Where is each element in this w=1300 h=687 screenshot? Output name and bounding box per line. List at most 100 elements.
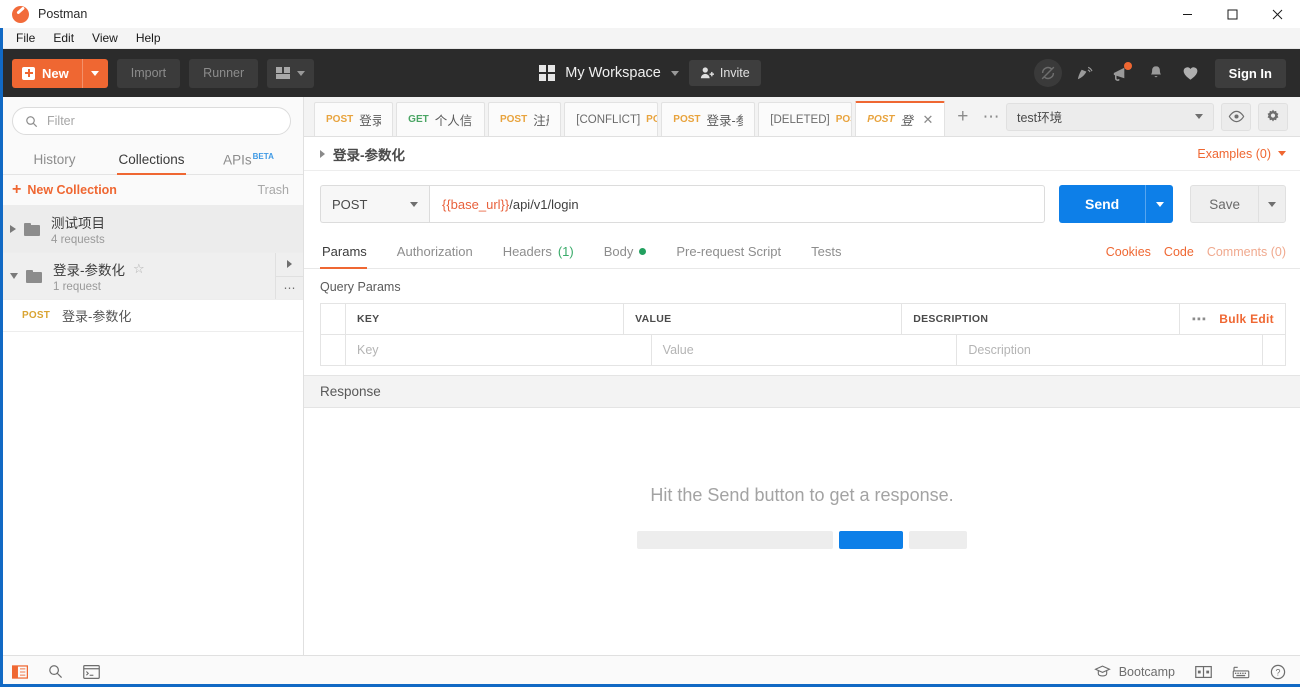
select-all-checkbox-cell[interactable] bbox=[321, 304, 346, 334]
examples-label: Examples (0) bbox=[1197, 146, 1271, 161]
sidebar-toggle-icon[interactable] bbox=[12, 664, 28, 679]
request-tab-4[interactable]: POST 登录-参数 bbox=[661, 102, 756, 136]
star-outline-icon[interactable]: ☆ bbox=[133, 261, 145, 277]
plus-icon: + bbox=[12, 181, 22, 198]
chevron-down-icon[interactable] bbox=[10, 273, 18, 279]
new-collection-button[interactable]: + New Collection bbox=[12, 181, 117, 198]
tab-options-button[interactable]: ⋯ bbox=[977, 97, 1006, 136]
satellite-icon[interactable] bbox=[1075, 62, 1097, 84]
breadcrumb-collection-name[interactable]: 登录-参数化 bbox=[333, 144, 405, 164]
param-description-input[interactable]: Description bbox=[957, 335, 1264, 365]
tab-body[interactable]: Body bbox=[589, 244, 662, 268]
menu-view[interactable]: View bbox=[84, 29, 126, 48]
request-tab-prefix: [DELETED] bbox=[770, 113, 830, 126]
cookies-link[interactable]: Cookies bbox=[1106, 245, 1151, 259]
request-item-login-param[interactable]: POST 登录-参数化 bbox=[0, 300, 303, 332]
save-options-button[interactable] bbox=[1258, 185, 1286, 223]
postman-app-window: Postman File Edit View Help New Import R… bbox=[0, 0, 1300, 687]
tab-tests[interactable]: Tests bbox=[796, 244, 856, 268]
megaphone-icon[interactable] bbox=[1110, 62, 1132, 84]
request-tab-5[interactable]: [DELETED] POST bbox=[758, 102, 853, 136]
runner-button[interactable]: Runner bbox=[189, 58, 259, 88]
request-tab-6-active[interactable]: POST 登录 ✕ bbox=[855, 101, 946, 136]
heart-icon[interactable] bbox=[1180, 62, 1202, 84]
bulk-edit-button[interactable]: Bulk Edit bbox=[1219, 312, 1274, 326]
param-key-input[interactable]: Key bbox=[346, 335, 652, 365]
window-title: Postman bbox=[38, 7, 88, 21]
collection-more-button[interactable]: ⋯ bbox=[276, 277, 303, 300]
add-tab-button[interactable]: + bbox=[948, 97, 977, 136]
collection-request-count: 4 requests bbox=[51, 234, 105, 246]
search-icon[interactable] bbox=[48, 664, 63, 679]
menu-bar: File Edit View Help bbox=[0, 28, 1300, 49]
filter-input-wrapper[interactable]: Filter bbox=[12, 107, 291, 135]
http-method-selector[interactable]: POST bbox=[320, 185, 429, 223]
comments-link[interactable]: Comments (0) bbox=[1207, 245, 1286, 259]
request-tab-0[interactable]: POST 登录1 bbox=[314, 102, 394, 136]
workspace-name[interactable]: My Workspace bbox=[565, 65, 661, 81]
menu-edit[interactable]: Edit bbox=[45, 29, 82, 48]
sidebar-tab-collections[interactable]: Collections bbox=[103, 152, 200, 175]
search-icon bbox=[26, 115, 38, 127]
minimize-button[interactable] bbox=[1165, 0, 1210, 28]
new-collection-label: New Collection bbox=[27, 183, 117, 197]
import-button[interactable]: Import bbox=[116, 58, 181, 88]
code-link[interactable]: Code bbox=[1164, 245, 1194, 259]
environment-settings-button[interactable] bbox=[1258, 102, 1288, 131]
new-button[interactable]: New bbox=[12, 59, 82, 88]
invite-button[interactable]: Invite bbox=[688, 60, 761, 86]
keyboard-icon[interactable] bbox=[1232, 665, 1250, 679]
status-bar-left bbox=[12, 664, 100, 679]
tab-authorization[interactable]: Authorization bbox=[382, 244, 488, 268]
menu-help[interactable]: Help bbox=[128, 29, 169, 48]
request-tab-title: 登录 bbox=[900, 114, 914, 128]
save-button[interactable]: Save bbox=[1190, 185, 1258, 223]
row-checkbox-cell[interactable] bbox=[321, 335, 346, 365]
trash-button[interactable]: Trash bbox=[258, 183, 290, 197]
chevron-down-icon[interactable] bbox=[670, 70, 679, 76]
save-button-group: Save bbox=[1190, 185, 1286, 223]
grid-icon bbox=[539, 65, 556, 81]
two-pane-icon[interactable] bbox=[1195, 665, 1212, 679]
request-tab-1[interactable]: GET 个人信息 bbox=[396, 102, 485, 136]
console-icon[interactable] bbox=[83, 664, 100, 679]
tab-pre-request-script[interactable]: Pre-request Script bbox=[661, 244, 796, 268]
menu-file[interactable]: File bbox=[8, 29, 43, 48]
send-options-button[interactable] bbox=[1145, 185, 1174, 223]
sidebar-tab-apis[interactable]: APIsBETA bbox=[200, 152, 297, 175]
tab-headers[interactable]: Headers (1) bbox=[488, 244, 589, 268]
sidebar-tab-history[interactable]: History bbox=[6, 152, 103, 174]
ellipsis-icon[interactable]: ⋯ bbox=[1191, 310, 1207, 328]
new-button-dropdown[interactable] bbox=[81, 58, 108, 88]
close-icon[interactable]: ✕ bbox=[923, 112, 934, 128]
new-window-button[interactable] bbox=[267, 58, 315, 88]
help-icon[interactable]: ? bbox=[1270, 664, 1286, 680]
main-body: Filter History Collections APIsBETA + Ne… bbox=[0, 97, 1300, 655]
bell-icon[interactable] bbox=[1145, 62, 1167, 84]
request-tab-method: GET bbox=[408, 114, 429, 125]
table-row[interactable]: Key Value Description bbox=[321, 335, 1285, 366]
tab-params[interactable]: Params bbox=[320, 244, 382, 269]
sync-disabled-icon[interactable] bbox=[1033, 59, 1062, 87]
request-tab-2[interactable]: POST 注册 bbox=[487, 102, 562, 136]
param-value-input[interactable]: Value bbox=[652, 335, 958, 365]
collection-run-button[interactable] bbox=[276, 253, 303, 277]
request-tab-3[interactable]: [CONFLICT] POST bbox=[564, 102, 659, 136]
environment-quick-look-button[interactable] bbox=[1221, 102, 1251, 131]
examples-dropdown[interactable]: Examples (0) bbox=[1197, 147, 1286, 161]
chevron-down-icon bbox=[1268, 201, 1276, 207]
sign-in-button[interactable]: Sign In bbox=[1214, 58, 1286, 88]
environment-selector[interactable]: test环境 bbox=[1006, 102, 1214, 131]
close-button[interactable] bbox=[1255, 0, 1300, 28]
url-input[interactable]: {{base_url}}/api/v1/login bbox=[429, 185, 1045, 223]
collection-item-login-param[interactable]: 登录-参数化 ☆ 1 request ⋯ bbox=[0, 253, 303, 300]
filter-row: Filter bbox=[0, 97, 303, 144]
maximize-button[interactable] bbox=[1210, 0, 1255, 28]
bootcamp-button[interactable]: Bootcamp bbox=[1093, 665, 1175, 679]
chevron-right-icon[interactable] bbox=[10, 225, 16, 233]
collection-item-test-project[interactable]: 测试项目 4 requests bbox=[0, 206, 303, 253]
chevron-right-icon[interactable] bbox=[320, 149, 325, 158]
window-controls bbox=[1165, 0, 1300, 28]
send-button[interactable]: Send bbox=[1058, 185, 1146, 223]
request-tab-method: POST bbox=[499, 114, 528, 125]
